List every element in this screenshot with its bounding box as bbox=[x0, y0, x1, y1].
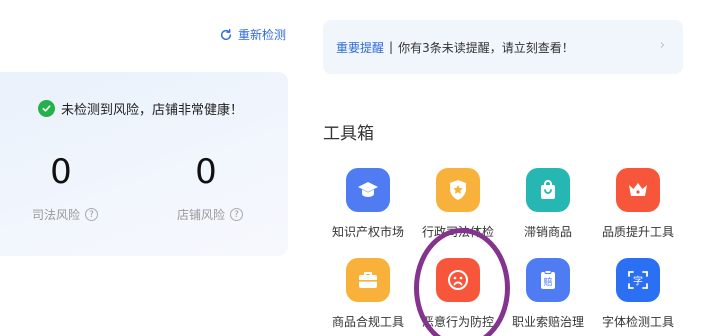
store-risk-label: 店铺风险 ? bbox=[177, 206, 244, 223]
tool-label: 字体检测工具 bbox=[601, 315, 674, 329]
check-circle-icon bbox=[38, 100, 55, 117]
tool-label: 滞销商品 bbox=[523, 225, 572, 239]
notice-label[interactable]: 重要提醒 bbox=[336, 39, 384, 56]
shopping-bag-icon bbox=[526, 168, 570, 212]
tool-malicious-behavior-control[interactable]: 恶意行为防控 bbox=[413, 258, 503, 330]
judicial-risk-value: 0 bbox=[50, 152, 72, 192]
judicial-risk-label-text: 司法风险 bbox=[32, 208, 81, 222]
tool-quality-improvement[interactable]: 品质提升工具 bbox=[593, 168, 683, 240]
tool-label: 商品合规工具 bbox=[331, 315, 404, 329]
store-risk-label-text: 店铺风险 bbox=[177, 208, 226, 222]
tool-label: 恶意行为防控 bbox=[421, 315, 494, 329]
risk-status-text: 未检测到风险，店铺非常健康！ bbox=[61, 103, 244, 118]
tool-professional-claim-governance[interactable]: 赔 职业索赔治理 bbox=[503, 258, 593, 330]
tool-label: 品质提升工具 bbox=[601, 225, 674, 239]
tool-admin-judicial-check[interactable]: 行政司法体检 bbox=[413, 168, 503, 240]
help-icon[interactable]: ? bbox=[230, 208, 244, 221]
chevron-right-icon[interactable]: › bbox=[660, 38, 665, 53]
notice-banner[interactable]: 重要提醒 | 你有3条未读提醒，请立刻查看！ › bbox=[323, 20, 683, 74]
recheck-label: 重新检测 bbox=[238, 28, 287, 42]
tool-label: 职业索赔治理 bbox=[511, 315, 584, 329]
toolbox-title: 工具箱 bbox=[323, 124, 374, 144]
help-icon[interactable]: ? bbox=[85, 208, 99, 221]
tool-ip-market[interactable]: 知识产权市场 bbox=[323, 168, 413, 240]
tool-font-detection[interactable]: 字 字体检测工具 bbox=[593, 258, 683, 330]
store-risk-value: 0 bbox=[195, 152, 217, 192]
notice-separator: | bbox=[389, 40, 394, 54]
clipboard-compensation-icon: 赔 bbox=[526, 258, 570, 302]
tool-label: 行政司法体检 bbox=[421, 225, 494, 239]
notice-message: 你有3条未读提醒，请立刻查看！ bbox=[398, 40, 574, 55]
recheck-link[interactable]: 重新检测 bbox=[219, 26, 286, 43]
sad-face-icon bbox=[436, 258, 480, 302]
compensation-glyph: 赔 bbox=[543, 276, 552, 288]
crown-icon bbox=[616, 168, 660, 212]
judicial-risk-label: 司法风险 ? bbox=[32, 206, 99, 223]
tool-slow-moving-goods[interactable]: 滞销商品 bbox=[503, 168, 593, 240]
graduation-cap-icon bbox=[346, 168, 390, 212]
font-scan-icon: 字 bbox=[616, 258, 660, 302]
font-glyph: 字 bbox=[633, 275, 643, 288]
tool-label: 知识产权市场 bbox=[331, 225, 404, 239]
tool-product-compliance[interactable]: 商品合规工具 bbox=[323, 258, 413, 330]
shield-star-icon bbox=[436, 168, 480, 212]
briefcase-icon bbox=[346, 258, 390, 302]
risk-status: 未检测到风险，店铺非常健康！ bbox=[38, 99, 243, 118]
refresh-icon bbox=[220, 28, 232, 40]
